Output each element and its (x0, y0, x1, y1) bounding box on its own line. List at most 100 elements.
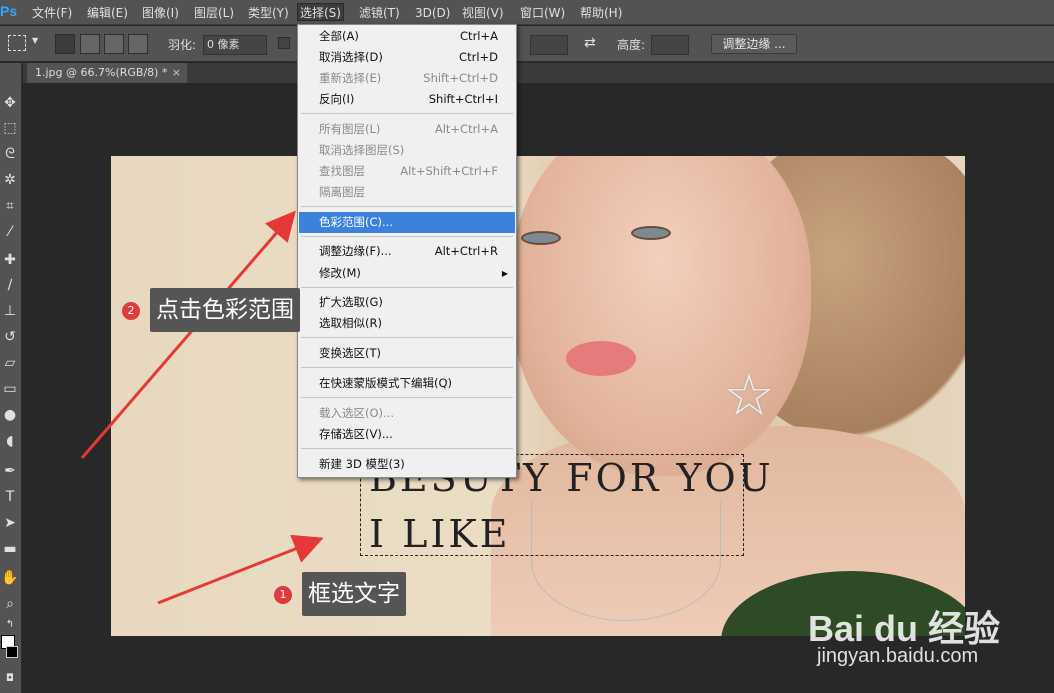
menu-item-label: 全部(A) (319, 29, 359, 43)
photo-lips (566, 341, 636, 376)
eraser-icon[interactable]: ▱ (0, 353, 20, 373)
menu-help[interactable]: 帮助(H) (578, 4, 624, 22)
background-color-swatch[interactable] (6, 646, 18, 658)
menu-item-all-layers[interactable]: 所有图层(L) Alt+Ctrl+A (299, 119, 515, 140)
photo-eye-right (631, 226, 671, 240)
photo-eye-left (521, 231, 561, 245)
pen-tool-icon[interactable]: ✒ (0, 461, 20, 481)
refine-edge-button[interactable]: 调整边缘 ... (711, 34, 797, 54)
menu-select[interactable]: 选择(S) (297, 3, 344, 21)
menu-item-reselect[interactable]: 重新选择(E) Shift+Ctrl+D (299, 68, 515, 89)
add-selection-icon[interactable] (80, 34, 100, 54)
magic-wand-icon[interactable]: ✲ (0, 170, 20, 190)
subtract-selection-icon[interactable] (104, 34, 124, 54)
menu-item-modify[interactable]: 修改(M) ▶ (299, 263, 515, 284)
menu-item-transform-selection[interactable]: 变换选区(T) (299, 343, 515, 364)
menu-item-label: 取消选择图层(S) (319, 143, 405, 157)
document-tab-bar: 1.jpg @ 66.7%(RGB/8) * × (23, 63, 1054, 83)
feather-label: 羽化: (168, 38, 197, 52)
menu-edit[interactable]: 编辑(E) (85, 4, 130, 22)
type-tool-icon[interactable]: T (0, 487, 20, 507)
menu-window[interactable]: 窗口(W) (518, 4, 567, 22)
menu-separator (301, 287, 513, 288)
menu-item-label: 取消选择(D) (319, 50, 383, 64)
menu-item-label: 隔离图层 (319, 185, 365, 199)
menu-3d[interactable]: 3D(D) (413, 4, 452, 22)
step2-callout: 点击色彩范围 (150, 288, 300, 332)
menu-item-label: 选取相似(R) (319, 316, 382, 330)
menu-item-label: 所有图层(L) (319, 122, 381, 136)
swap-colors-icon[interactable]: ↰ (0, 615, 20, 635)
menu-separator (301, 113, 513, 114)
menu-item-find-layers[interactable]: 查找图层 Alt+Shift+Ctrl+F (299, 161, 515, 182)
stamp-tool-icon[interactable]: ⊥ (0, 301, 20, 321)
menu-type[interactable]: 类型(Y) (246, 4, 291, 22)
app-logo: Ps (0, 3, 18, 19)
menu-bar: Ps 文件(F) 编辑(E) 图像(I) 图层(L) 类型(Y) 选择(S) 滤… (0, 0, 1054, 25)
menu-item-shortcut: Alt+Ctrl+A (434, 122, 498, 136)
menu-file[interactable]: 文件(F) (30, 4, 74, 22)
crop-tool-icon[interactable]: ⌗ (0, 196, 20, 216)
menu-item-select-all[interactable]: 全部(A) Ctrl+A (299, 26, 515, 47)
menu-item-isolate-layers[interactable]: 隔离图层 (299, 182, 515, 203)
menu-item-label: 修改(M) (319, 266, 361, 280)
menu-item-refine-edge[interactable]: 调整边缘(F)... Alt+Ctrl+R (299, 241, 515, 262)
feather-input[interactable]: 0 像素 (203, 35, 267, 55)
height-input[interactable] (651, 35, 689, 55)
marquee-tool-icon[interactable] (8, 35, 26, 51)
quick-mask-icon[interactable]: ◘ (0, 669, 20, 689)
menu-item-grow[interactable]: 扩大选取(G) (299, 292, 515, 313)
menu-separator (301, 397, 513, 398)
document-tab[interactable]: 1.jpg @ 66.7%(RGB/8) * × (27, 63, 187, 83)
close-icon[interactable]: × (172, 63, 181, 83)
menu-item-inverse[interactable]: 反向(I) Shift+Ctrl+I (299, 89, 515, 110)
options-bar: ▼ 羽化: 0 像素 ⇄ 高度: 调整边缘 ... (0, 26, 1054, 62)
menu-item-save-selection[interactable]: 存储选区(V)... (299, 424, 515, 445)
step1-callout: 框选文字 (302, 572, 406, 616)
zoom-tool-icon[interactable]: ⌕ (0, 594, 20, 614)
new-selection-icon[interactable] (55, 34, 75, 54)
menu-item-deselect-layers[interactable]: 取消选择图层(S) (299, 140, 515, 161)
star-earring-icon: ☆ (723, 361, 775, 429)
swap-icon[interactable]: ⇄ (584, 35, 596, 51)
intersect-selection-icon[interactable] (128, 34, 148, 54)
menu-item-label: 载入选区(O)... (319, 406, 394, 420)
hand-tool-icon[interactable]: ✋ (0, 568, 20, 588)
marquee-tool-icon[interactable]: ⬚ (0, 118, 20, 138)
antialias-checkbox[interactable] (278, 37, 290, 49)
height-label: 高度: (617, 38, 646, 52)
menu-item-new-3d-model[interactable]: 新建 3D 模型(3) (299, 454, 515, 475)
step2-badge: 2 (122, 302, 140, 320)
menu-item-shortcut: Ctrl+A (460, 29, 498, 43)
menu-item-shortcut: Ctrl+D (459, 50, 498, 64)
menu-item-shortcut: Shift+Ctrl+I (428, 92, 498, 106)
document-canvas[interactable]: ☆ BESUTY FOR YOU I LIKE (111, 156, 965, 636)
shape-tool-icon[interactable]: ▬ (0, 539, 20, 559)
menu-item-label: 调整边缘(F)... (319, 244, 392, 258)
menu-item-similar[interactable]: 选取相似(R) (299, 313, 515, 334)
healing-brush-icon[interactable]: ✚ (0, 250, 20, 270)
menu-layer[interactable]: 图层(L) (192, 4, 236, 22)
menu-item-deselect[interactable]: 取消选择(D) Ctrl+D (299, 47, 515, 68)
menu-item-shortcut: Alt+Ctrl+R (434, 244, 498, 258)
menu-item-quick-mask[interactable]: 在快速蒙版模式下编辑(Q) (299, 373, 515, 394)
eyedropper-icon[interactable]: ⁄ (0, 222, 20, 242)
menu-separator (301, 337, 513, 338)
path-select-icon[interactable]: ➤ (0, 513, 20, 533)
width-input[interactable] (530, 35, 568, 55)
menu-item-label: 扩大选取(G) (319, 295, 383, 309)
menu-view[interactable]: 视图(V) (460, 4, 506, 22)
brush-tool-icon[interactable]: ∕ (0, 275, 20, 295)
menu-image[interactable]: 图像(I) (140, 4, 181, 22)
dodge-tool-icon[interactable]: ◖ (0, 431, 20, 451)
menu-filter[interactable]: 滤镜(T) (357, 4, 402, 22)
gradient-tool-icon[interactable]: ▭ (0, 379, 20, 399)
blur-tool-icon[interactable]: ● (0, 405, 20, 425)
lasso-tool-icon[interactable]: ᘓ (0, 144, 20, 164)
move-tool-icon[interactable]: ✥ (0, 93, 20, 113)
menu-item-color-range[interactable]: 色彩范围(C)... (299, 212, 515, 233)
chevron-down-icon[interactable]: ▼ (32, 36, 38, 45)
history-brush-icon[interactable]: ↺ (0, 327, 20, 347)
menu-item-load-selection[interactable]: 载入选区(O)... (299, 403, 515, 424)
menu-item-label: 色彩范围(C)... (319, 215, 393, 229)
